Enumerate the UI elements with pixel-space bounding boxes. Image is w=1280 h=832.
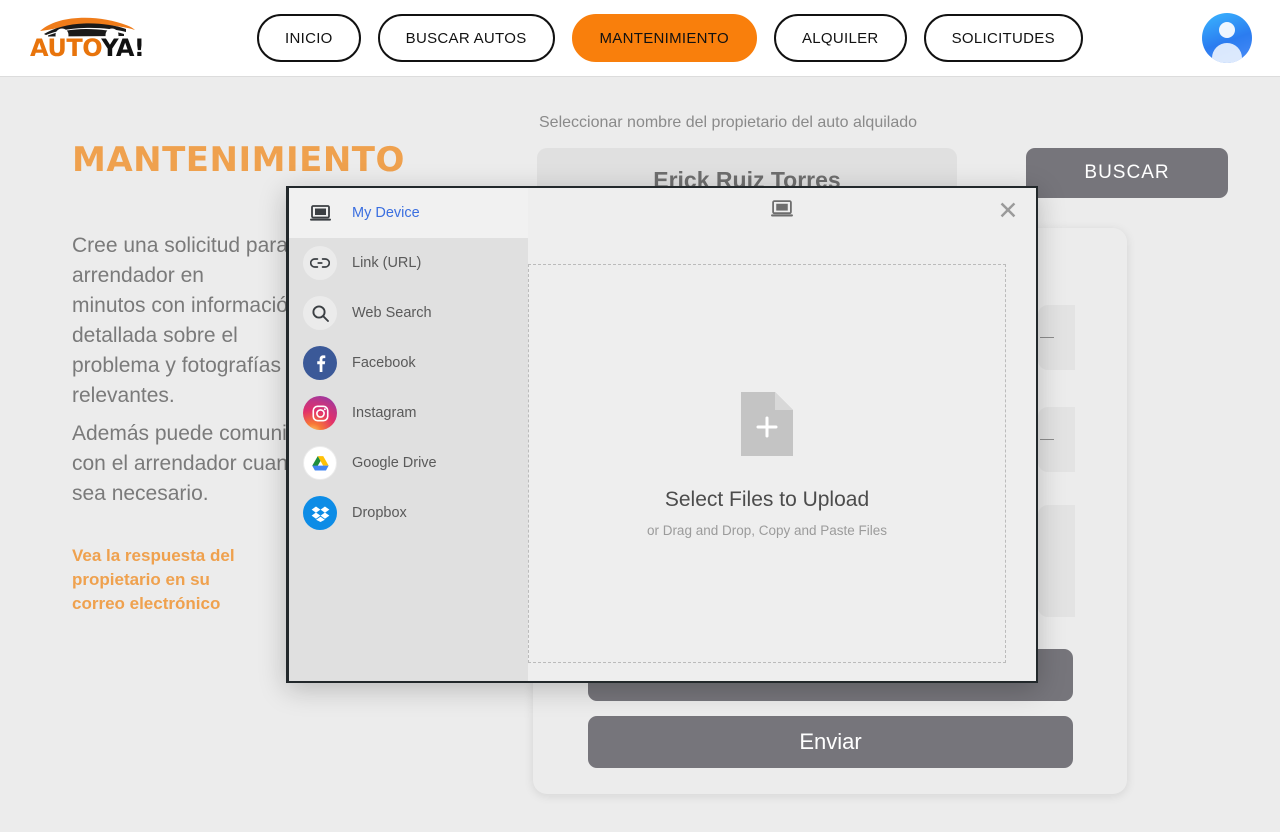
- link-icon: [303, 246, 337, 280]
- laptop-icon: [303, 196, 337, 230]
- nav-buscar-autos[interactable]: BUSCAR AUTOS: [377, 14, 555, 62]
- source-my-device[interactable]: My Device: [289, 188, 528, 238]
- email-note: Vea la respuesta del propietario en su c…: [72, 546, 235, 613]
- instagram-icon: [303, 396, 337, 430]
- source-label: Web Search: [352, 305, 432, 321]
- source-link-url[interactable]: Link (URL): [289, 238, 528, 288]
- file-plus-icon: [739, 390, 795, 463]
- source-label: Link (URL): [352, 255, 422, 271]
- file-uploader-dialog: My Device Link (URL) Web Search Facebook…: [286, 186, 1038, 683]
- dropbox-icon: [303, 496, 337, 530]
- logo-text-auto: AUTO: [30, 34, 102, 62]
- source-instagram[interactable]: Instagram: [289, 388, 528, 438]
- logo-wordmark: AUTOYA!: [30, 34, 145, 62]
- dropzone-inner[interactable]: Select Files to Upload or Drag and Drop,…: [647, 390, 887, 538]
- nav-inicio[interactable]: INICIO: [257, 14, 361, 62]
- avatar-head: [1219, 22, 1235, 38]
- source-google-drive[interactable]: Google Drive: [289, 438, 528, 488]
- dropzone-title: Select Files to Upload: [664, 487, 870, 511]
- form-field-1-line: [1040, 337, 1054, 338]
- laptop-icon: [771, 199, 793, 223]
- search-button[interactable]: BUSCAR: [1026, 148, 1228, 198]
- nav-alquiler[interactable]: ALQUILER: [773, 14, 907, 62]
- dropzone-subtitle: or Drag and Drop, Copy and Paste Files: [646, 522, 888, 538]
- facebook-icon: [303, 346, 337, 380]
- source-dropbox[interactable]: Dropbox: [289, 488, 528, 538]
- main-nav: INICIO BUSCAR AUTOS MANTENIMIENTO ALQUIL…: [257, 14, 1083, 62]
- user-avatar-icon[interactable]: [1202, 13, 1252, 63]
- file-dropzone[interactable]: Select Files to Upload or Drag and Drop,…: [528, 264, 1006, 663]
- form-field-3[interactable]: [1038, 505, 1075, 617]
- nav-mantenimiento[interactable]: MANTENIMIENTO: [571, 14, 757, 62]
- source-web-search[interactable]: Web Search: [289, 288, 528, 338]
- source-label: Google Drive: [352, 455, 437, 471]
- logo-text-ya: YA!: [101, 34, 145, 62]
- source-label: Dropbox: [352, 505, 407, 521]
- page-root: AUTOYA! INICIO BUSCAR AUTOS MANTENIMIENT…: [0, 0, 1280, 832]
- page-title: MANTENIMIENTO: [72, 140, 405, 180]
- uploader-main-panel: ✕ Select Files to Upload or Drag and Dro…: [528, 186, 1038, 683]
- google-drive-icon: [303, 446, 337, 480]
- site-header: AUTOYA! INICIO BUSCAR AUTOS MANTENIMIENT…: [0, 0, 1280, 77]
- nav-solicitudes[interactable]: SOLICITUDES: [923, 14, 1083, 62]
- form-field-2-line: [1040, 439, 1054, 440]
- avatar-body: [1212, 43, 1242, 63]
- source-facebook[interactable]: Facebook: [289, 338, 528, 388]
- uploader-source-list: My Device Link (URL) Web Search Facebook…: [286, 186, 528, 683]
- source-label: Instagram: [352, 405, 417, 421]
- owner-select-label: Seleccionar nombre del propietario del a…: [539, 114, 918, 131]
- logo[interactable]: AUTOYA!: [28, 12, 148, 66]
- uploader-header: ✕: [528, 188, 1036, 234]
- close-icon[interactable]: ✕: [994, 196, 1022, 224]
- source-label: My Device: [352, 205, 420, 221]
- send-button[interactable]: Enviar: [588, 716, 1073, 768]
- source-label: Facebook: [352, 355, 416, 371]
- search-icon: [303, 296, 337, 330]
